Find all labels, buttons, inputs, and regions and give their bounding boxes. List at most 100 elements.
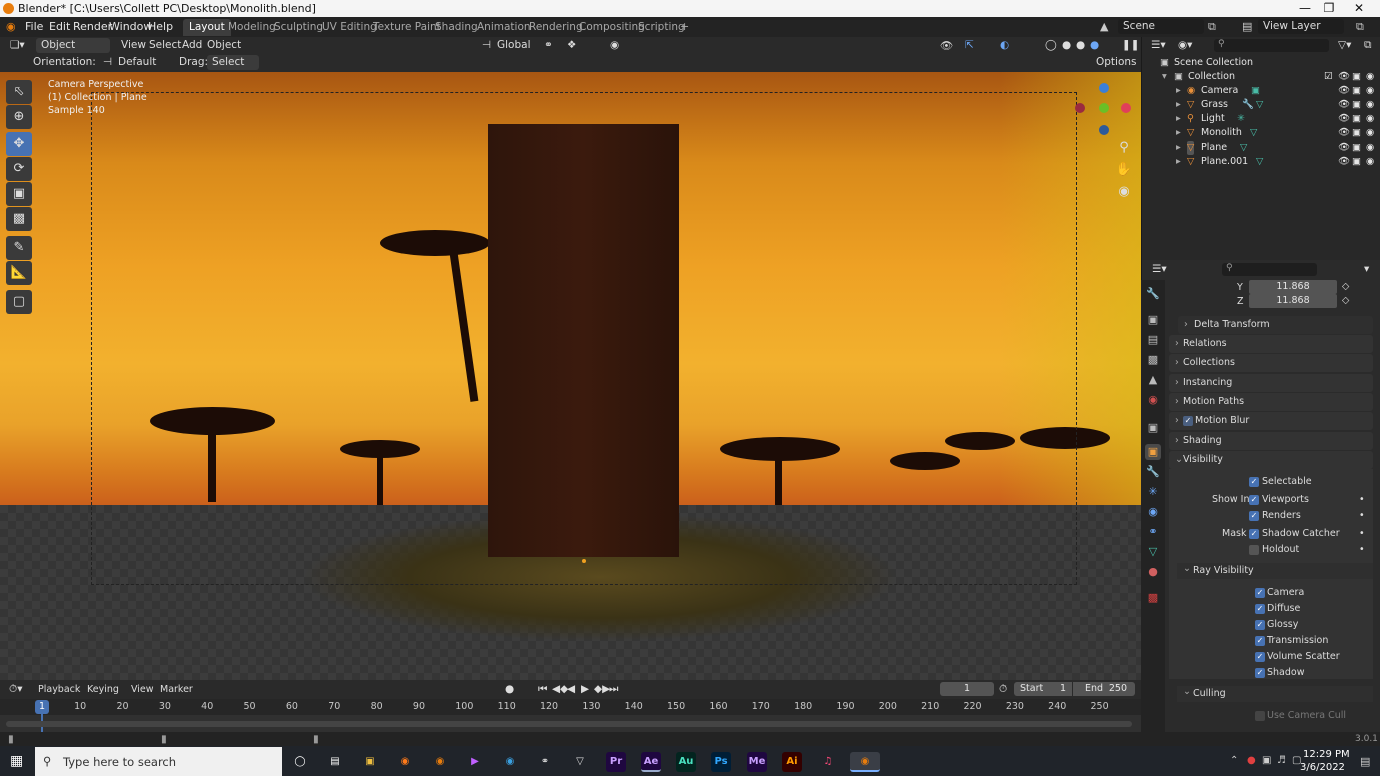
media-encoder-icon[interactable]: Me <box>747 752 767 772</box>
volume-icon[interactable]: ♬ <box>1277 755 1286 766</box>
illustrator-icon[interactable]: Ai <box>782 752 802 772</box>
tray-chevron-icon[interactable]: ⌃ <box>1230 755 1238 766</box>
notification-icon[interactable]: ▤ <box>1360 755 1370 768</box>
record-icon[interactable]: ● <box>505 683 514 695</box>
close-button[interactable]: ✕ <box>1344 0 1374 17</box>
current-frame-field[interactable]: 1 <box>940 682 994 696</box>
after-effects-icon[interactable]: Ae <box>641 752 661 772</box>
hide-eye-icon[interactable]: 👁 <box>1338 155 1350 169</box>
ray-diffuse-checkbox[interactable]: ✓ <box>1255 604 1265 614</box>
panel-collections[interactable]: › Collections <box>1169 354 1373 372</box>
modifiers-tab-icon[interactable]: 🔧 <box>1145 464 1161 480</box>
view-layer-tab-icon[interactable]: ▩ <box>1145 352 1161 368</box>
keying-menu[interactable]: Keying <box>87 684 119 695</box>
audition-icon[interactable]: Au <box>676 752 696 772</box>
mode-selector[interactable]: Object Mode <box>36 38 110 66</box>
collection-tab-icon[interactable]: ▣ <box>1145 420 1161 436</box>
viewport-disable-icon[interactable]: ▣ <box>1352 84 1361 98</box>
viewport-disable-icon[interactable]: ▣ <box>1352 126 1361 140</box>
render-disable-icon[interactable]: ◉ <box>1366 70 1374 84</box>
timeline-view-menu[interactable]: View <box>131 684 154 695</box>
overlays-icon[interactable]: ◐ <box>1000 39 1009 51</box>
menu-help[interactable]: Help <box>148 20 173 33</box>
outliner-collection[interactable]: ▾ ▣ Collection ☑ 👁 ▣ ◉ <box>1142 70 1380 84</box>
gizmo-icon[interactable]: ⇱ <box>965 39 974 51</box>
expand-down-icon[interactable]: ▾ <box>1162 70 1167 84</box>
viewport-disable-icon[interactable]: ▣ <box>1352 155 1361 169</box>
pivot-icon[interactable]: ⚭ <box>544 39 553 51</box>
panel-relations[interactable]: › Relations <box>1169 335 1373 353</box>
viewport-disable-icon[interactable]: ▣ <box>1352 98 1361 112</box>
menu-file[interactable]: File <box>25 20 43 33</box>
panel-delta-transform[interactable]: › Delta Transform <box>1178 316 1373 334</box>
move-tool-icon[interactable]: ✥ <box>6 132 32 156</box>
camera-view-icon[interactable]: ◉ <box>1114 182 1134 202</box>
viewport-disable-icon[interactable]: ▣ <box>1352 141 1361 155</box>
render-disable-icon[interactable]: ◉ <box>1366 155 1374 169</box>
render-disable-icon[interactable]: ◉ <box>1366 112 1374 126</box>
panel-motion-paths[interactable]: › Motion Paths <box>1169 393 1373 411</box>
pan-hand-icon[interactable]: ✋ <box>1114 160 1134 180</box>
photoshop-icon[interactable]: Ps <box>711 752 731 772</box>
music-icon[interactable]: ♫ <box>818 752 838 772</box>
timeline-scrollbar[interactable] <box>6 721 1132 727</box>
clock-date[interactable]: 3/6/2022 <box>1300 762 1345 773</box>
outliner-editor-icon[interactable]: ☰▾ <box>1151 39 1166 51</box>
physics-tab-icon[interactable]: ◉ <box>1145 504 1161 520</box>
menu-render[interactable]: Render <box>73 20 112 33</box>
orientation-selector[interactable]: Default <box>118 56 156 68</box>
task-view-icon[interactable]: ▤ <box>325 752 345 772</box>
panel-motion-blur[interactable]: › ✓ Motion Blur <box>1169 412 1373 430</box>
keyframe-dot-icon[interactable]: • <box>1359 528 1365 539</box>
keyframe-dot-icon[interactable]: • <box>1359 544 1365 555</box>
clock-icon[interactable]: ⏱ <box>999 683 1007 696</box>
ray-volume-scatter-checkbox[interactable]: ✓ <box>1255 652 1265 662</box>
world-tab-icon[interactable]: ◉ <box>1145 392 1161 408</box>
blender-active-taskbar-icon[interactable]: ◉ <box>850 752 880 772</box>
view-layer-selector[interactable]: View Layer <box>1258 19 1344 34</box>
hide-eye-icon[interactable]: 👁 <box>1338 112 1350 126</box>
view-menu[interactable]: View <box>121 39 146 51</box>
culling-header[interactable]: ⌄ Culling <box>1177 686 1373 702</box>
select-menu[interactable]: Select <box>149 39 181 51</box>
holdout-checkbox[interactable] <box>1249 545 1259 555</box>
clock-time[interactable]: 12:29 PM <box>1303 749 1350 760</box>
transform-orientation-selector[interactable]: Global <box>497 39 531 51</box>
shading-solid-icon[interactable]: ● <box>1062 39 1071 51</box>
filter-icon[interactable]: ▽▾ <box>1338 39 1351 51</box>
material-tab-icon[interactable]: ● <box>1145 564 1161 580</box>
menu-edit[interactable]: Edit <box>49 20 70 33</box>
gizmo-y-axis[interactable] <box>1099 103 1109 113</box>
new-collection-icon[interactable]: ⧉ <box>1364 39 1372 52</box>
viewport-disable-icon[interactable]: ▣ <box>1352 112 1361 126</box>
motion-blur-checkbox[interactable]: ✓ <box>1183 416 1193 426</box>
play-reverse-icon[interactable]: ◀ <box>567 683 575 695</box>
annotate-tool-icon[interactable]: ✎ <box>6 236 32 260</box>
selectable-checkbox[interactable]: ✓ <box>1249 477 1259 487</box>
properties-search-input[interactable]: ⚲ <box>1222 263 1317 276</box>
particles-tab-icon[interactable]: ✳ <box>1145 484 1161 500</box>
gizmo-x-axis[interactable] <box>1121 103 1131 113</box>
scale-tool-icon[interactable]: ▣ <box>6 182 32 206</box>
render-disable-icon[interactable]: ◉ <box>1366 84 1374 98</box>
viewport-disable-icon[interactable]: ▣ <box>1352 70 1361 84</box>
firefox-icon[interactable]: ◉ <box>395 752 415 772</box>
transform-tool-icon[interactable]: ▩ <box>6 207 32 231</box>
texture-tab-icon[interactable]: ▩ <box>1145 590 1161 606</box>
object-menu[interactable]: Object <box>207 39 241 51</box>
add-menu[interactable]: Add <box>182 39 202 51</box>
constraints-tab-icon[interactable]: ⚭ <box>1145 524 1161 540</box>
file-explorer-icon[interactable]: ▣ <box>360 752 380 772</box>
gizmo-neg-z-axis[interactable] <box>1099 125 1109 135</box>
tool-tab-icon[interactable]: 🔧 <box>1145 286 1161 302</box>
new-view-layer-icon[interactable]: ⧉ <box>1356 20 1364 34</box>
panel-shading[interactable]: › Shading <box>1169 432 1373 450</box>
maximize-button[interactable]: ❐ <box>1314 0 1344 17</box>
render-disable-icon[interactable]: ◉ <box>1366 98 1374 112</box>
render-disable-icon[interactable]: ◉ <box>1366 141 1374 155</box>
outliner-item-plane-001[interactable]: ▸ ▽ Plane.001 ▽ 👁 ▣ ◉ <box>1142 155 1380 169</box>
ray-shadow-checkbox[interactable]: ✓ <box>1255 668 1265 678</box>
object-tab-icon[interactable]: ▣ <box>1145 444 1161 460</box>
marker-menu[interactable]: Marker <box>160 684 193 695</box>
drag-selector[interactable]: Select Box <box>207 55 259 83</box>
